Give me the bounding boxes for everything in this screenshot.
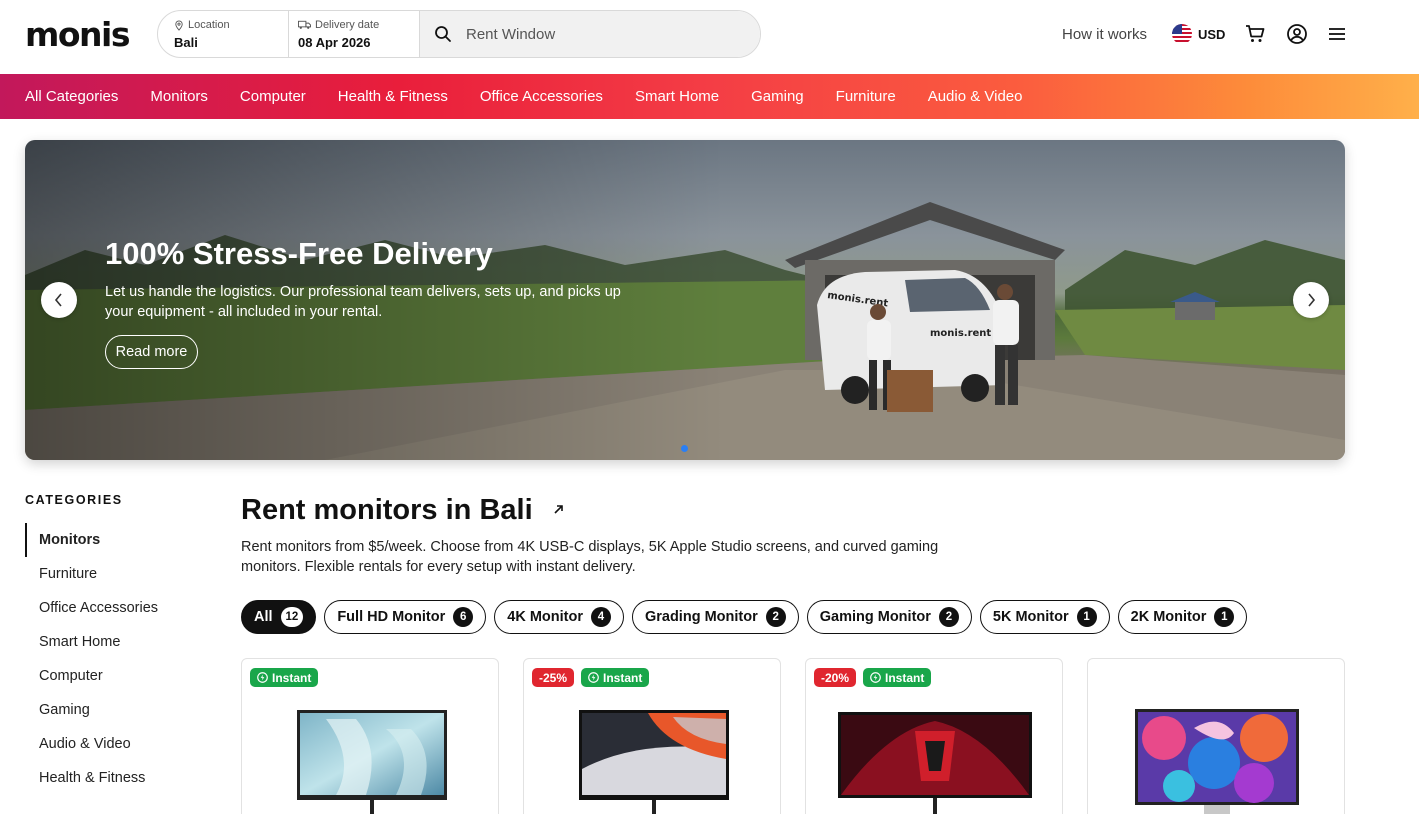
category-nav: All Categories Monitors Computer Health …	[0, 74, 1419, 119]
sidebar-item-monitors[interactable]: Monitors	[25, 523, 205, 557]
chip-count: 1	[1214, 607, 1235, 627]
instant-badge: Instant	[863, 668, 932, 687]
location-value: Bali	[174, 35, 198, 50]
nav-item-smart-home[interactable]: Smart Home	[635, 88, 719, 105]
nav-item-computer[interactable]: Computer	[240, 88, 306, 105]
page-title: Rent monitors in Bali	[241, 494, 533, 526]
sidebar-item-health-fitness[interactable]: Health & Fitness	[25, 761, 205, 795]
search-placeholder: Rent Window	[466, 25, 556, 43]
location-pin-icon	[175, 19, 183, 31]
site-header: monis Location Bali Delivery date 08 Apr…	[0, 0, 1419, 74]
product-card[interactable]: Instant	[241, 658, 499, 814]
truck-icon	[298, 20, 311, 29]
filter-chip-4k[interactable]: 4K Monitor 4	[494, 600, 624, 634]
search-input[interactable]: Rent Window	[420, 11, 760, 57]
currency-selector[interactable]: USD	[1172, 22, 1225, 46]
delivery-date-label: Delivery date	[315, 19, 380, 31]
sidebar-item-office-accessories[interactable]: Office Accessories	[25, 591, 205, 625]
cart-button[interactable]	[1243, 22, 1267, 46]
hamburger-menu-icon	[1329, 28, 1345, 40]
chip-count: 2	[765, 607, 786, 627]
filter-chip-full-hd[interactable]: Full HD Monitor 6	[324, 600, 487, 634]
chip-count: 2	[938, 607, 959, 627]
page-description: Rent monitors from $5/week. Choose from …	[241, 539, 939, 575]
product-image	[1135, 709, 1299, 814]
cart-icon	[1246, 25, 1265, 42]
chip-count: 6	[453, 607, 474, 627]
nav-item-audio-video[interactable]: Audio & Video	[928, 88, 1023, 105]
chip-count: 1	[1076, 607, 1097, 627]
account-button[interactable]	[1285, 22, 1309, 46]
currency-label: USD	[1198, 26, 1226, 42]
sidebar-item-smart-home[interactable]: Smart Home	[25, 625, 205, 659]
sidebar-item-computer[interactable]: Computer	[25, 659, 205, 693]
chevron-right-icon	[1308, 293, 1316, 307]
bolt-icon	[257, 672, 268, 683]
monis-logo[interactable]: monis	[25, 15, 131, 54]
hero-description: Let us handle the logistics. Our profess…	[105, 284, 621, 320]
how-it-works-link[interactable]: How it works	[1062, 22, 1147, 46]
product-image	[579, 710, 729, 814]
delivery-date-selector[interactable]: Delivery date 08 Apr 2026	[289, 11, 420, 57]
instant-badge: Instant	[581, 668, 650, 687]
categories-heading: CATEGORIES	[25, 493, 123, 507]
external-link-icon[interactable]	[552, 503, 565, 516]
carousel-dot-active[interactable]	[681, 445, 688, 452]
filter-chip-all[interactable]: All 12	[241, 600, 317, 634]
bolt-icon	[870, 672, 881, 683]
product-card[interactable]: -20% Instant	[805, 658, 1063, 814]
filter-chip-5k[interactable]: 5K Monitor 1	[979, 600, 1110, 634]
search-icon	[435, 26, 451, 42]
sidebar-item-gaming[interactable]: Gaming	[25, 693, 205, 727]
sidebar-item-furniture[interactable]: Furniture	[25, 557, 205, 591]
chip-label: Gaming Monitor	[819, 609, 931, 625]
product-image	[297, 710, 447, 814]
sidebar-item-audio-video[interactable]: Audio & Video	[25, 727, 205, 761]
filter-chip-2k[interactable]: 2K Monitor 1	[1117, 600, 1248, 634]
filter-chips: All 12 Full HD Monitor 6 4K Monitor 4 Gr…	[241, 600, 1248, 634]
product-card[interactable]	[1087, 658, 1345, 814]
user-icon	[1287, 24, 1307, 44]
chip-count: 12	[280, 607, 304, 627]
chip-label: 4K Monitor	[507, 609, 583, 625]
discount-badge: -20%	[814, 668, 857, 687]
hero-carousel: monis.rent monis.rent 100% Stress-Free D…	[25, 140, 1345, 460]
nav-item-monitors[interactable]: Monitors	[150, 88, 208, 105]
search-bar[interactable]: Location Bali Delivery date 08 Apr 2026 …	[157, 10, 761, 58]
carousel-next-button[interactable]	[1293, 282, 1329, 318]
bolt-icon	[588, 672, 599, 683]
chip-label: 5K Monitor	[992, 609, 1069, 625]
menu-button[interactable]	[1325, 22, 1349, 46]
chevron-left-icon	[54, 293, 62, 307]
nav-item-all-categories[interactable]: All Categories	[25, 88, 118, 105]
product-image	[838, 712, 1032, 814]
product-card[interactable]: -25% Instant	[523, 658, 781, 814]
nav-item-office-accessories[interactable]: Office Accessories	[480, 88, 603, 105]
hero-title: 100% Stress-Free Delivery	[105, 236, 493, 271]
carousel-prev-button[interactable]	[41, 282, 77, 318]
read-more-button[interactable]: Read more	[105, 335, 198, 369]
filter-chip-grading[interactable]: Grading Monitor 2	[631, 600, 799, 634]
location-label: Location	[188, 19, 230, 31]
nav-item-health-fitness[interactable]: Health & Fitness	[338, 88, 448, 105]
delivery-date-value: 08 Apr 2026	[298, 35, 371, 50]
chip-count: 4	[590, 607, 611, 627]
nav-item-gaming[interactable]: Gaming	[751, 88, 804, 105]
chip-label: Grading Monitor	[644, 609, 758, 625]
discount-badge: -25%	[532, 668, 575, 687]
nav-item-furniture[interactable]: Furniture	[836, 88, 896, 105]
filter-chip-gaming[interactable]: Gaming Monitor 2	[806, 600, 972, 634]
us-flag-icon	[1172, 24, 1192, 44]
chip-label: Full HD Monitor	[337, 609, 446, 625]
location-selector[interactable]: Location Bali	[158, 11, 289, 57]
chip-label: 2K Monitor	[1130, 609, 1207, 625]
chip-label: All	[254, 609, 273, 625]
categories-list: Monitors Furniture Office Accessories Sm…	[25, 523, 205, 795]
instant-badge: Instant	[250, 668, 319, 687]
van-front-logo: monis.rent	[930, 328, 991, 339]
